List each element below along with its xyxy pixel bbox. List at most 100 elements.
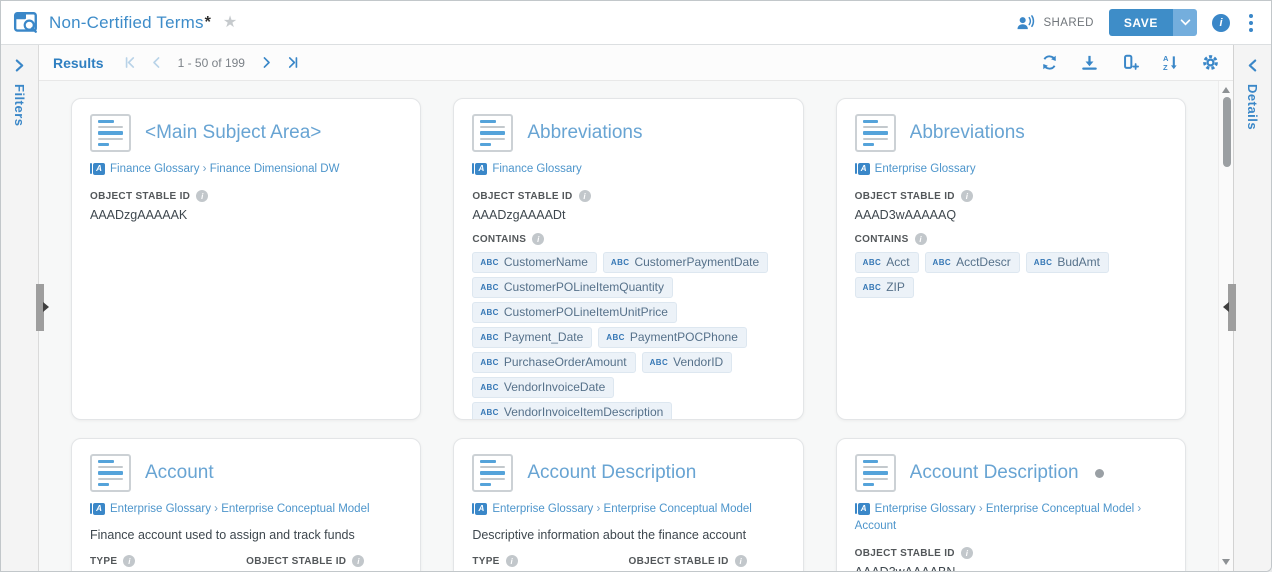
field: TYPEEntity <box>90 555 246 571</box>
results-tab[interactable]: Results <box>53 55 104 71</box>
breadcrumb-link[interactable]: Enterprise Glossary <box>875 503 976 515</box>
info-icon <box>352 555 364 567</box>
term-card[interactable]: Abbreviations Enterprise Glossary OBJECT… <box>836 98 1186 420</box>
breadcrumb: Finance Glossary <box>472 161 784 178</box>
breadcrumb-link[interactable]: Finance Glossary <box>110 163 199 175</box>
term-title[interactable]: Account <box>145 462 214 484</box>
term-card[interactable]: Abbreviations Finance Glossary OBJECT ST… <box>453 98 803 420</box>
term-title[interactable]: Abbreviations <box>910 122 1025 144</box>
refresh-icon[interactable] <box>1041 54 1058 71</box>
card-header: Abbreviations <box>855 114 1167 152</box>
download-icon[interactable] <box>1081 54 1098 71</box>
details-drag-handle[interactable] <box>1228 284 1236 331</box>
breadcrumb-links: Enterprise Glossary › Enterprise Concept… <box>855 503 1142 532</box>
term-title[interactable]: Abbreviations <box>527 122 642 144</box>
info-icon[interactable] <box>1212 14 1230 32</box>
favorite-star-icon[interactable] <box>223 15 237 31</box>
expand-filters-icon[interactable] <box>15 59 24 72</box>
contains-tag[interactable]: ABCVendorID <box>642 352 733 373</box>
breadcrumb-link[interactable]: Enterprise Conceptual Model <box>986 503 1134 515</box>
info-icon <box>532 233 544 245</box>
contains-tag[interactable]: ABCVendorInvoiceDate <box>472 377 614 398</box>
app-window: Non-Certified Terms * SHARED SAVE <box>0 0 1272 572</box>
contains-tag[interactable]: ABCPayment_Date <box>472 327 592 348</box>
term-description: Finance account used to assign and track… <box>90 527 402 543</box>
contains-tag[interactable]: ABCAcct <box>855 252 919 273</box>
next-page-icon[interactable] <box>259 55 274 70</box>
breadcrumb-link[interactable]: Enterprise Conceptual Model <box>604 503 752 515</box>
settings-gear-icon[interactable] <box>1202 54 1219 71</box>
filters-panel-label[interactable]: Filters <box>12 84 27 127</box>
details-panel-collapsed[interactable]: Details <box>1233 45 1271 571</box>
info-icon <box>579 190 591 202</box>
details-panel-label[interactable]: Details <box>1245 84 1260 130</box>
scroll-up-arrow[interactable] <box>1222 87 1230 93</box>
abc-type-icon: ABC <box>480 308 499 317</box>
body: Filters Results 1 - 50 of 199 <box>1 45 1271 571</box>
contains-tag[interactable]: ABCCustomerPaymentDate <box>603 252 768 273</box>
shared-status: SHARED <box>1015 15 1093 31</box>
field-value: AAADzgAAAADt <box>472 208 784 222</box>
search-grid-icon <box>13 11 39 35</box>
term-title[interactable]: Account Description <box>527 462 696 484</box>
breadcrumb-link[interactable]: Finance Dimensional DW <box>210 163 340 175</box>
contains-tag[interactable]: ABCCustomerPOLineItemUnitPrice <box>472 302 677 323</box>
term-card[interactable]: Account Enterprise Glossary › Enterprise… <box>71 438 421 571</box>
contains-tag[interactable]: ABCCustomerPOLineItemQuantity <box>472 277 673 298</box>
breadcrumb-link[interactable]: Enterprise Conceptual Model <box>221 503 369 515</box>
header-bar: Non-Certified Terms * SHARED SAVE <box>1 1 1271 45</box>
term-card[interactable]: <Main Subject Area> Finance Glossary › F… <box>71 98 421 420</box>
breadcrumb-link[interactable]: Finance Glossary <box>492 163 581 175</box>
contains-tag[interactable]: ABCZIP <box>855 277 914 298</box>
card-header: Account Description <box>855 454 1167 492</box>
previous-page-icon[interactable] <box>149 55 164 70</box>
term-card[interactable]: Account Description Enterprise Glossary … <box>453 438 803 571</box>
expand-details-icon[interactable] <box>1248 59 1257 72</box>
breadcrumb-separator: › <box>593 503 603 515</box>
scroll-down-arrow[interactable] <box>1222 559 1230 565</box>
breadcrumb: Enterprise Glossary › Enterprise Concept… <box>472 501 784 518</box>
glossary-icon <box>855 163 870 175</box>
breadcrumb-links: Enterprise Glossary <box>875 163 976 175</box>
breadcrumb-link[interactable]: Enterprise Glossary <box>492 503 593 515</box>
breadcrumb: Enterprise Glossary <box>855 161 1167 178</box>
abc-type-icon: ABC <box>480 383 499 392</box>
contains-tag[interactable]: ABCAcctDescr <box>925 252 1020 273</box>
info-icon <box>735 555 747 567</box>
info-icon <box>961 190 973 202</box>
first-page-icon[interactable] <box>122 55 137 70</box>
filters-panel-collapsed[interactable]: Filters <box>1 45 39 571</box>
breadcrumb-link[interactable]: Enterprise Glossary <box>110 503 211 515</box>
breadcrumb: Enterprise Glossary › Enterprise Concept… <box>90 501 402 518</box>
term-card[interactable]: Account Description Enterprise Glossary … <box>836 438 1186 571</box>
save-button[interactable]: SAVE <box>1109 9 1173 36</box>
sort-az-icon[interactable]: A Z <box>1162 54 1179 71</box>
term-title[interactable]: Account Description <box>910 462 1079 484</box>
save-split-button[interactable]: SAVE <box>1109 9 1197 36</box>
more-options-icon[interactable] <box>1249 21 1253 25</box>
abc-type-icon: ABC <box>480 408 499 417</box>
svg-text:A: A <box>1163 54 1169 63</box>
contains-tag[interactable]: ABCBudAmt <box>1026 252 1109 273</box>
last-page-icon[interactable] <box>286 55 301 70</box>
add-object-icon[interactable] <box>1121 54 1139 71</box>
results-actions: A Z <box>1041 54 1219 71</box>
breadcrumb-link[interactable]: Account <box>855 520 897 532</box>
info-icon <box>196 190 208 202</box>
contains-tag[interactable]: ABCVendorInvoiceItemDescription <box>472 402 672 420</box>
contains-tag[interactable]: ABCPaymentPOCPhone <box>598 327 747 348</box>
field: OBJECT STABLE IDAAAD3wAAAABN <box>855 547 1167 571</box>
term-title[interactable]: <Main Subject Area> <box>145 122 321 144</box>
page-title: Non-Certified Terms <box>49 13 204 33</box>
save-dropdown-button[interactable] <box>1173 9 1197 36</box>
field: TYPEAttribute <box>472 555 628 571</box>
contains-tag[interactable]: ABCCustomerName <box>472 252 597 273</box>
field: OBJECT STABLE IDAAADzgAAAAAK <box>90 190 402 222</box>
breadcrumb-link[interactable]: Enterprise Glossary <box>875 163 976 175</box>
term-icon <box>472 114 513 152</box>
fields-row: OBJECT STABLE IDAAAD3wAAAAAQ <box>855 190 1167 222</box>
card-header: Account Description <box>472 454 784 492</box>
contains-tag[interactable]: ABCPurchaseOrderAmount <box>472 352 635 373</box>
scrollbar-thumb[interactable] <box>1223 97 1231 167</box>
filters-drag-handle[interactable] <box>36 284 44 331</box>
